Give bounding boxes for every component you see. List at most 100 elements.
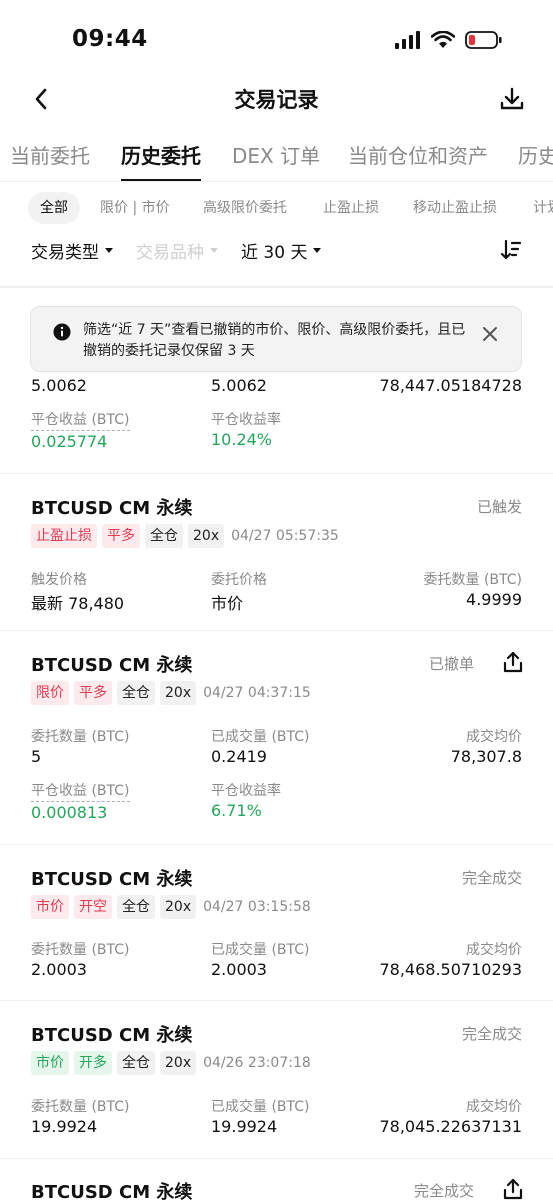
card-title: BTCUSD CM 永续	[31, 655, 193, 676]
share-icon[interactable]	[502, 1178, 524, 1200]
download-icon	[500, 87, 524, 110]
tab-positions-assets[interactable]: 当前仓位和资产	[348, 140, 488, 169]
field-value: 4.9999	[466, 590, 522, 609]
direction-tag: 平多	[102, 524, 140, 548]
chip-plan[interactable]: 计划	[533, 192, 553, 224]
order-tags: 止盈止损 平多 全仓 20x 04/27 05:57:35	[31, 524, 339, 548]
sort-icon[interactable]	[499, 238, 523, 262]
notice-banner: 筛选“近 7 天”查看已撤销的市价、限价、高级限价委托，且已撤销的委托记录仅保留…	[30, 306, 522, 372]
field-label: 已成交量 (BTC)	[211, 942, 310, 958]
order-status: 完全成交	[461, 869, 522, 887]
field-label: 委托数量 (BTC)	[31, 729, 130, 745]
main-tabs: 当前委托 历史委托 DEX 订单 当前仓位和资产 历史	[0, 136, 553, 182]
direction-tag: 开多	[74, 1051, 112, 1075]
field-label: 委托数量 (BTC)	[31, 1099, 130, 1115]
order-tags: 限价 平多 全仓 20x 04/27 04:37:15	[31, 681, 311, 705]
download-button[interactable]	[497, 84, 527, 114]
field-label: 委托价格	[211, 572, 267, 588]
symbol-label: 交易品种	[136, 243, 204, 263]
margin-mode-tag: 全仓	[145, 524, 183, 548]
field-label: 成交均价	[466, 942, 522, 958]
pnl-rate-label: 平仓收益率	[211, 412, 281, 428]
margin-mode-tag: 全仓	[117, 1051, 155, 1075]
trade-type-dropdown[interactable]: 交易类型	[31, 238, 113, 263]
order-time: 04/27 05:57:35	[231, 528, 339, 544]
field-value: 19.9924	[31, 1117, 98, 1136]
notice-text: 筛选“近 7 天”查看已撤销的市价、限价、高级限价委托，且已撤销的委托记录仅保留…	[83, 322, 466, 359]
field-value: 最新 78,480	[31, 594, 125, 613]
field-label: 已成交量 (BTC)	[211, 1099, 310, 1115]
field-value: 5.0062	[31, 376, 87, 395]
margin-mode-tag: 全仓	[117, 681, 155, 705]
field-value: 5.0062	[211, 376, 267, 395]
symbol-dropdown[interactable]: 交易品种	[136, 238, 218, 263]
period-dropdown[interactable]: 近 30 天	[241, 238, 322, 263]
field-label: 委托数量 (BTC)	[31, 942, 130, 958]
chip-advanced-limit[interactable]: 高级限价委托	[203, 192, 287, 224]
order-time: 04/27 04:37:15	[203, 685, 311, 701]
card-divider	[0, 630, 553, 631]
info-icon	[53, 323, 71, 341]
chip-tp-sl[interactable]: 止盈止损	[323, 192, 379, 224]
pnl-rate-value: 10.24%	[211, 430, 273, 449]
field-label: 成交均价	[466, 1099, 522, 1115]
field-value: 0.2419	[211, 747, 267, 766]
caret-down-icon	[313, 248, 322, 253]
wifi-icon	[431, 31, 455, 48]
leverage-tag: 20x	[160, 681, 197, 705]
order-status: 完全成交	[413, 1182, 474, 1200]
order-type-tag: 限价	[31, 681, 69, 705]
tab-dex-orders[interactable]: DEX 订单	[232, 140, 320, 169]
share-icon[interactable]	[502, 651, 524, 673]
tab-current-orders[interactable]: 当前委托	[10, 140, 90, 169]
order-status: 已触发	[476, 498, 522, 516]
order-type-tag: 止盈止损	[31, 524, 97, 548]
card-title: BTCUSD CM 永续	[31, 1182, 193, 1200]
field-label: 已成交量 (BTC)	[211, 729, 310, 745]
status-icons	[395, 30, 503, 50]
order-status: 已撤单	[428, 655, 474, 673]
pnl-label: 平仓收益 (BTC)	[31, 409, 130, 431]
pnl-rate-value: 6.71%	[211, 801, 262, 820]
card-title: BTCUSD CM 永续	[31, 498, 193, 519]
order-tags: 市价 开空 全仓 20x 04/27 03:15:58	[31, 895, 311, 919]
direction-tag: 开空	[74, 895, 112, 919]
field-value: 78,447.05184728	[379, 376, 522, 395]
card-divider	[0, 844, 553, 845]
card-title: BTCUSD CM 永续	[31, 869, 193, 890]
pnl-value: 0.000813	[31, 803, 108, 822]
card-divider	[0, 1158, 553, 1159]
status-time: 09:44	[72, 26, 148, 52]
field-value: 5	[31, 747, 42, 766]
battery-low-icon	[465, 31, 502, 49]
close-icon[interactable]	[481, 325, 499, 343]
tab-order-history[interactable]: 历史委托	[121, 140, 201, 169]
dropdown-row: 交易类型 交易品种 近 30 天	[0, 236, 553, 266]
leverage-tag: 20x	[160, 1051, 197, 1075]
chip-all[interactable]: 全部	[28, 192, 80, 224]
order-time: 04/26 23:07:18	[203, 1055, 311, 1071]
order-type-tag: 市价	[31, 895, 69, 919]
order-type-tag: 市价	[31, 1051, 69, 1075]
page-title: 交易记录	[234, 88, 319, 112]
trade-type-label: 交易类型	[31, 243, 99, 263]
chip-limit-market[interactable]: 限价 | 市价	[100, 192, 170, 224]
section-divider	[0, 286, 553, 288]
pnl-rate-label: 平仓收益率	[211, 783, 281, 799]
field-value: 78,468.50710293	[379, 960, 522, 979]
tab-history[interactable]: 历史	[518, 140, 553, 169]
card-title: BTCUSD CM 永续	[31, 1025, 193, 1046]
chip-trailing-stop[interactable]: 移动止盈止损	[413, 192, 497, 224]
card-divider	[0, 473, 553, 474]
leverage-tag: 20x	[188, 524, 225, 548]
field-value: 78,045.22637131	[379, 1117, 522, 1136]
active-tab-indicator	[121, 179, 201, 181]
margin-mode-tag: 全仓	[117, 895, 155, 919]
field-value: 2.0003	[211, 960, 267, 979]
leverage-tag: 20x	[160, 895, 197, 919]
order-tags: 市价 开多 全仓 20x 04/26 23:07:18	[31, 1051, 311, 1075]
order-time: 04/27 03:15:58	[203, 899, 311, 915]
status-bar: 09:44	[0, 0, 553, 80]
field-label: 委托数量 (BTC)	[423, 572, 523, 588]
field-label: 触发价格	[31, 572, 87, 588]
